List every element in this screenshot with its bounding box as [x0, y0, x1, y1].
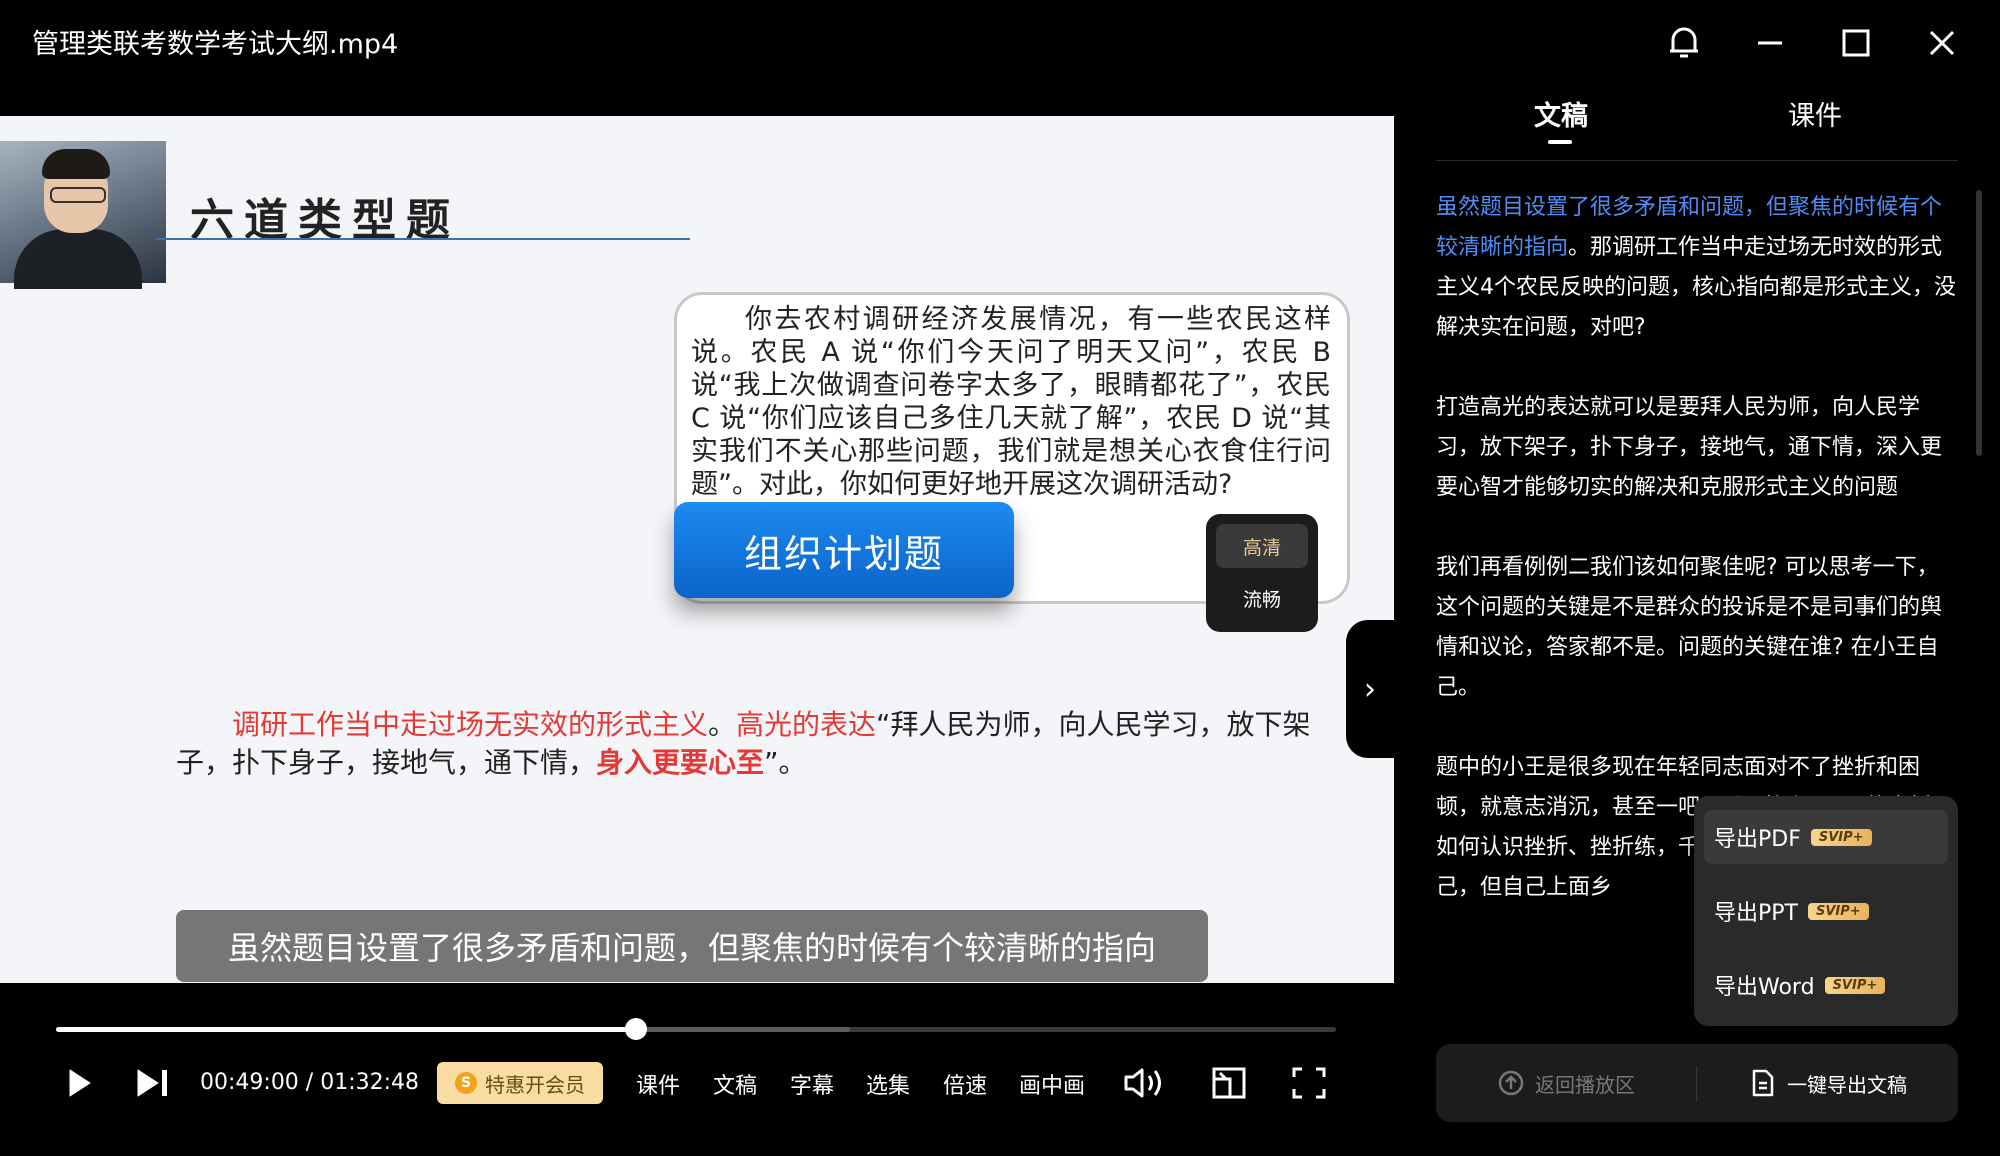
- tab-divider: [1436, 160, 1958, 161]
- minimize-icon[interactable]: [1742, 18, 1798, 68]
- export-word-item[interactable]: 导出Word SVIP+: [1704, 958, 1948, 1012]
- presenter-video: [0, 141, 166, 289]
- export-ppt-label: 导出PPT: [1714, 901, 1798, 926]
- progress-played: [56, 1027, 636, 1032]
- tab-transcript[interactable]: 文稿: [1534, 94, 1588, 133]
- speed-button[interactable]: 倍速: [943, 1068, 987, 1100]
- export-ppt-item[interactable]: 导出PPT SVIP+: [1704, 884, 1948, 938]
- svip-badge: SVIP+: [1824, 976, 1886, 994]
- export-pdf-label: 导出PDF: [1714, 827, 1801, 852]
- vip-label: 特惠开会员: [485, 1072, 585, 1097]
- total-time: 01:32:48: [320, 1070, 420, 1095]
- active-tab-indicator: [1548, 140, 1572, 144]
- quality-option-smooth[interactable]: 流畅: [1216, 576, 1308, 620]
- svip-badge: SVIP+: [1810, 828, 1872, 846]
- export-transcript-button[interactable]: 一键导出文稿: [1698, 1044, 1958, 1122]
- chevron-right-icon: ›: [1364, 671, 1376, 707]
- skip-next-icon: [137, 1069, 167, 1097]
- window-title: 管理类联考数学考试大纲.mp4: [32, 29, 399, 60]
- transcript-scrollbar[interactable]: [1976, 190, 1982, 456]
- explanation-sep: 。: [708, 708, 737, 741]
- subtitle-caption: 虽然题目设置了很多矛盾和问题，但聚焦的时候有个较清晰的指向: [176, 910, 1208, 982]
- mini-window-icon: [1212, 1067, 1246, 1099]
- episodes-button[interactable]: 选集: [866, 1068, 910, 1100]
- progress-bar[interactable]: [56, 1018, 1336, 1040]
- tab-courseware[interactable]: 课件: [1788, 94, 1842, 133]
- bell-icon[interactable]: [1656, 18, 1712, 68]
- time-separator: /: [298, 1070, 321, 1095]
- subtitles-button[interactable]: 字幕: [790, 1068, 834, 1100]
- progress-thumb[interactable]: [624, 1018, 647, 1040]
- slide-heading-underline: [156, 238, 690, 240]
- arrow-up-circle-icon: [1498, 1070, 1524, 1096]
- transcript-button[interactable]: 文稿: [713, 1068, 757, 1100]
- time-display: 00:49:00 / 01:32:48: [200, 1070, 419, 1095]
- fullscreen-icon: [1292, 1067, 1326, 1099]
- current-time: 00:49:00: [200, 1070, 299, 1095]
- export-transcript-label: 一键导出文稿: [1787, 1072, 1907, 1097]
- play-icon: [69, 1069, 91, 1097]
- volume-icon: [1124, 1068, 1161, 1098]
- svip-badge: SVIP+: [1807, 902, 1869, 920]
- question-type-badge: 组织计划题: [674, 502, 1014, 598]
- vip-upgrade-button[interactable]: S 特惠开会员: [437, 1062, 603, 1104]
- slide-explanation: 调研工作当中走过场无实效的形式主义。高光的表达“拜人民为师，向人民学习，放下架子…: [176, 706, 1356, 782]
- export-menu: 导出PDF SVIP+ 导出PPT SVIP+ 导出Word SVIP+: [1694, 796, 1958, 1026]
- vip-coin-icon: S: [455, 1072, 477, 1094]
- next-button[interactable]: [134, 1062, 172, 1104]
- document-icon: [1752, 1069, 1774, 1097]
- transcript-paragraph[interactable]: 我们再看例例二我们该如何聚佳呢? 可以思考一下，这个问题的关键是不是群众的投诉是…: [1436, 548, 1958, 708]
- pip-button[interactable]: 画中画: [1019, 1068, 1085, 1100]
- transcript-paragraph[interactable]: 打造高光的表达就可以是要拜人民为师，向人民学习，放下架子，扑下身子，接地气，通下…: [1436, 388, 1958, 508]
- bottom-divider: [1696, 1066, 1697, 1102]
- export-pdf-item[interactable]: 导出PDF SVIP+: [1704, 810, 1948, 864]
- return-to-player-button[interactable]: 返回播放区: [1436, 1044, 1696, 1122]
- courseware-button[interactable]: 课件: [636, 1068, 680, 1100]
- transcript-paragraph[interactable]: 虽然题目设置了很多矛盾和问题，但聚焦的时候有个较清晰的指向。那调研工作当中走过场…: [1436, 188, 1958, 348]
- explanation-red-1: 调研工作当中走过场无实效的形式主义: [232, 708, 709, 741]
- explanation-red-2: 高光的表达: [736, 708, 877, 741]
- transcript-actions: 返回播放区 一键导出文稿: [1436, 1044, 1958, 1122]
- maximize-icon[interactable]: [1828, 18, 1884, 68]
- quality-menu: 高清 流畅: [1206, 514, 1318, 632]
- play-button[interactable]: [62, 1062, 96, 1104]
- video-frame[interactable]: 六道类型题 你去农村调研经济发展情况，有一些农民这样说。农民 A 说“你们今天问…: [0, 116, 1394, 983]
- return-label: 返回播放区: [1535, 1072, 1635, 1097]
- mini-player-button[interactable]: [1210, 1062, 1248, 1104]
- collapse-panel-button[interactable]: ›: [1346, 620, 1394, 758]
- quality-option-hd[interactable]: 高清: [1216, 524, 1308, 568]
- fullscreen-button[interactable]: [1290, 1062, 1328, 1104]
- scenario-text: 你去农村调研经济发展情况，有一些农民这样说。农民 A 说“你们今天问了明天又问”…: [691, 304, 1331, 500]
- export-word-label: 导出Word: [1714, 975, 1815, 1000]
- explanation-normal-2: ”。: [764, 746, 807, 779]
- explanation-bold-red: 身入更要心至: [596, 746, 765, 779]
- close-icon[interactable]: [1914, 18, 1970, 68]
- volume-button[interactable]: [1122, 1062, 1166, 1104]
